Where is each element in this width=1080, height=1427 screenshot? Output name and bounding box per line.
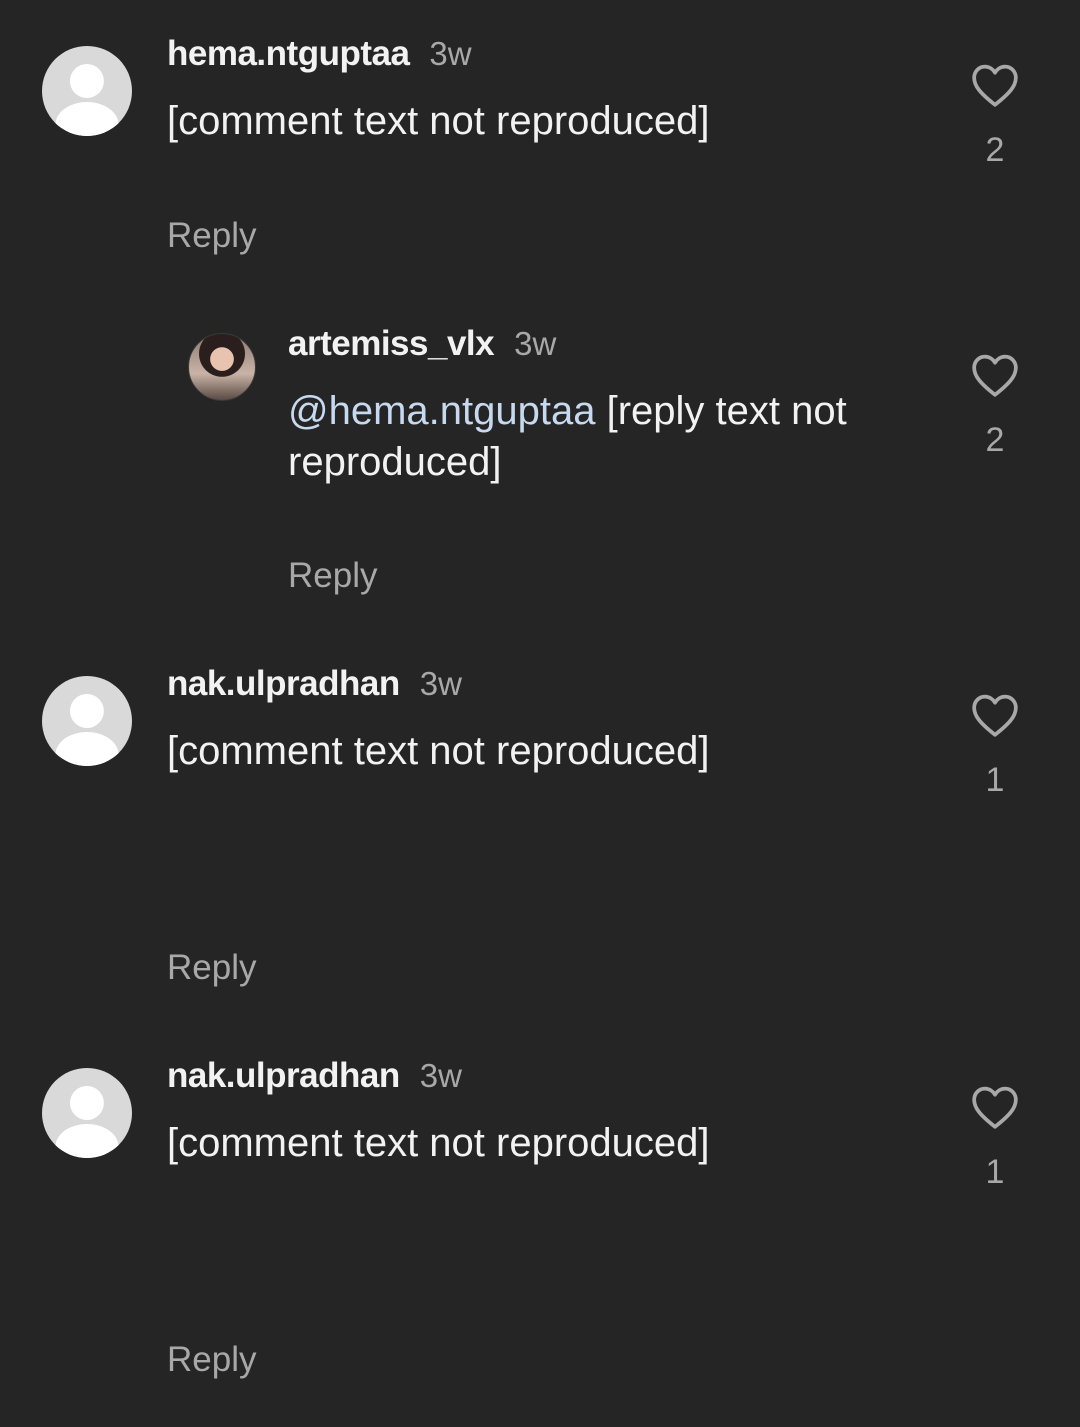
comment-text: @hema.ntguptaa [reply text not reproduce… [288,386,928,488]
like-control: 2 [968,352,1022,460]
timestamp: 3w [429,35,472,72]
username[interactable]: hema.ntguptaa [167,34,410,74]
comment-meta: nak.ulpradhan 3w [167,664,462,704]
heart-icon[interactable] [970,352,1020,403]
avatar[interactable] [188,333,256,401]
comment-meta: artemiss_vlx 3w [288,324,556,364]
heart-icon[interactable] [970,62,1020,113]
heart-icon[interactable] [970,692,1020,743]
comment-text: [comment text not reproduced] [167,726,927,777]
reply-button[interactable]: Reply [167,216,256,256]
like-control: 1 [968,692,1022,800]
avatar[interactable] [42,46,132,136]
comment-body: [comment text not reproduced] [167,729,710,773]
comment-meta: nak.ulpradhan 3w [167,1056,462,1096]
reply-button[interactable]: Reply [167,948,256,988]
timestamp: 3w [419,1057,462,1094]
reply-button[interactable]: Reply [288,556,377,596]
comment-body: [comment text not reproduced] [167,99,710,143]
avatar[interactable] [42,676,132,766]
like-count: 2 [985,131,1005,169]
like-count: 1 [985,1153,1005,1191]
username[interactable]: nak.ulpradhan [167,1056,400,1096]
like-control: 1 [968,1084,1022,1192]
username[interactable]: artemiss_vlx [288,324,495,364]
timestamp: 3w [514,325,557,362]
comment-body: [comment text not reproduced] [167,1121,710,1165]
username[interactable]: nak.ulpradhan [167,664,400,704]
like-count: 2 [985,421,1005,459]
like-count: 1 [985,761,1005,799]
like-control: 2 [968,62,1022,170]
reply-button[interactable]: Reply [167,1340,256,1380]
heart-icon[interactable] [970,1084,1020,1135]
comment-meta: hema.ntguptaa 3w [167,34,472,74]
comment-text: [comment text not reproduced] [167,96,927,147]
timestamp: 3w [419,665,462,702]
mention-link[interactable]: @hema.ntguptaa [288,389,595,433]
comment-text: [comment text not reproduced] [167,1118,927,1169]
avatar[interactable] [42,1068,132,1158]
